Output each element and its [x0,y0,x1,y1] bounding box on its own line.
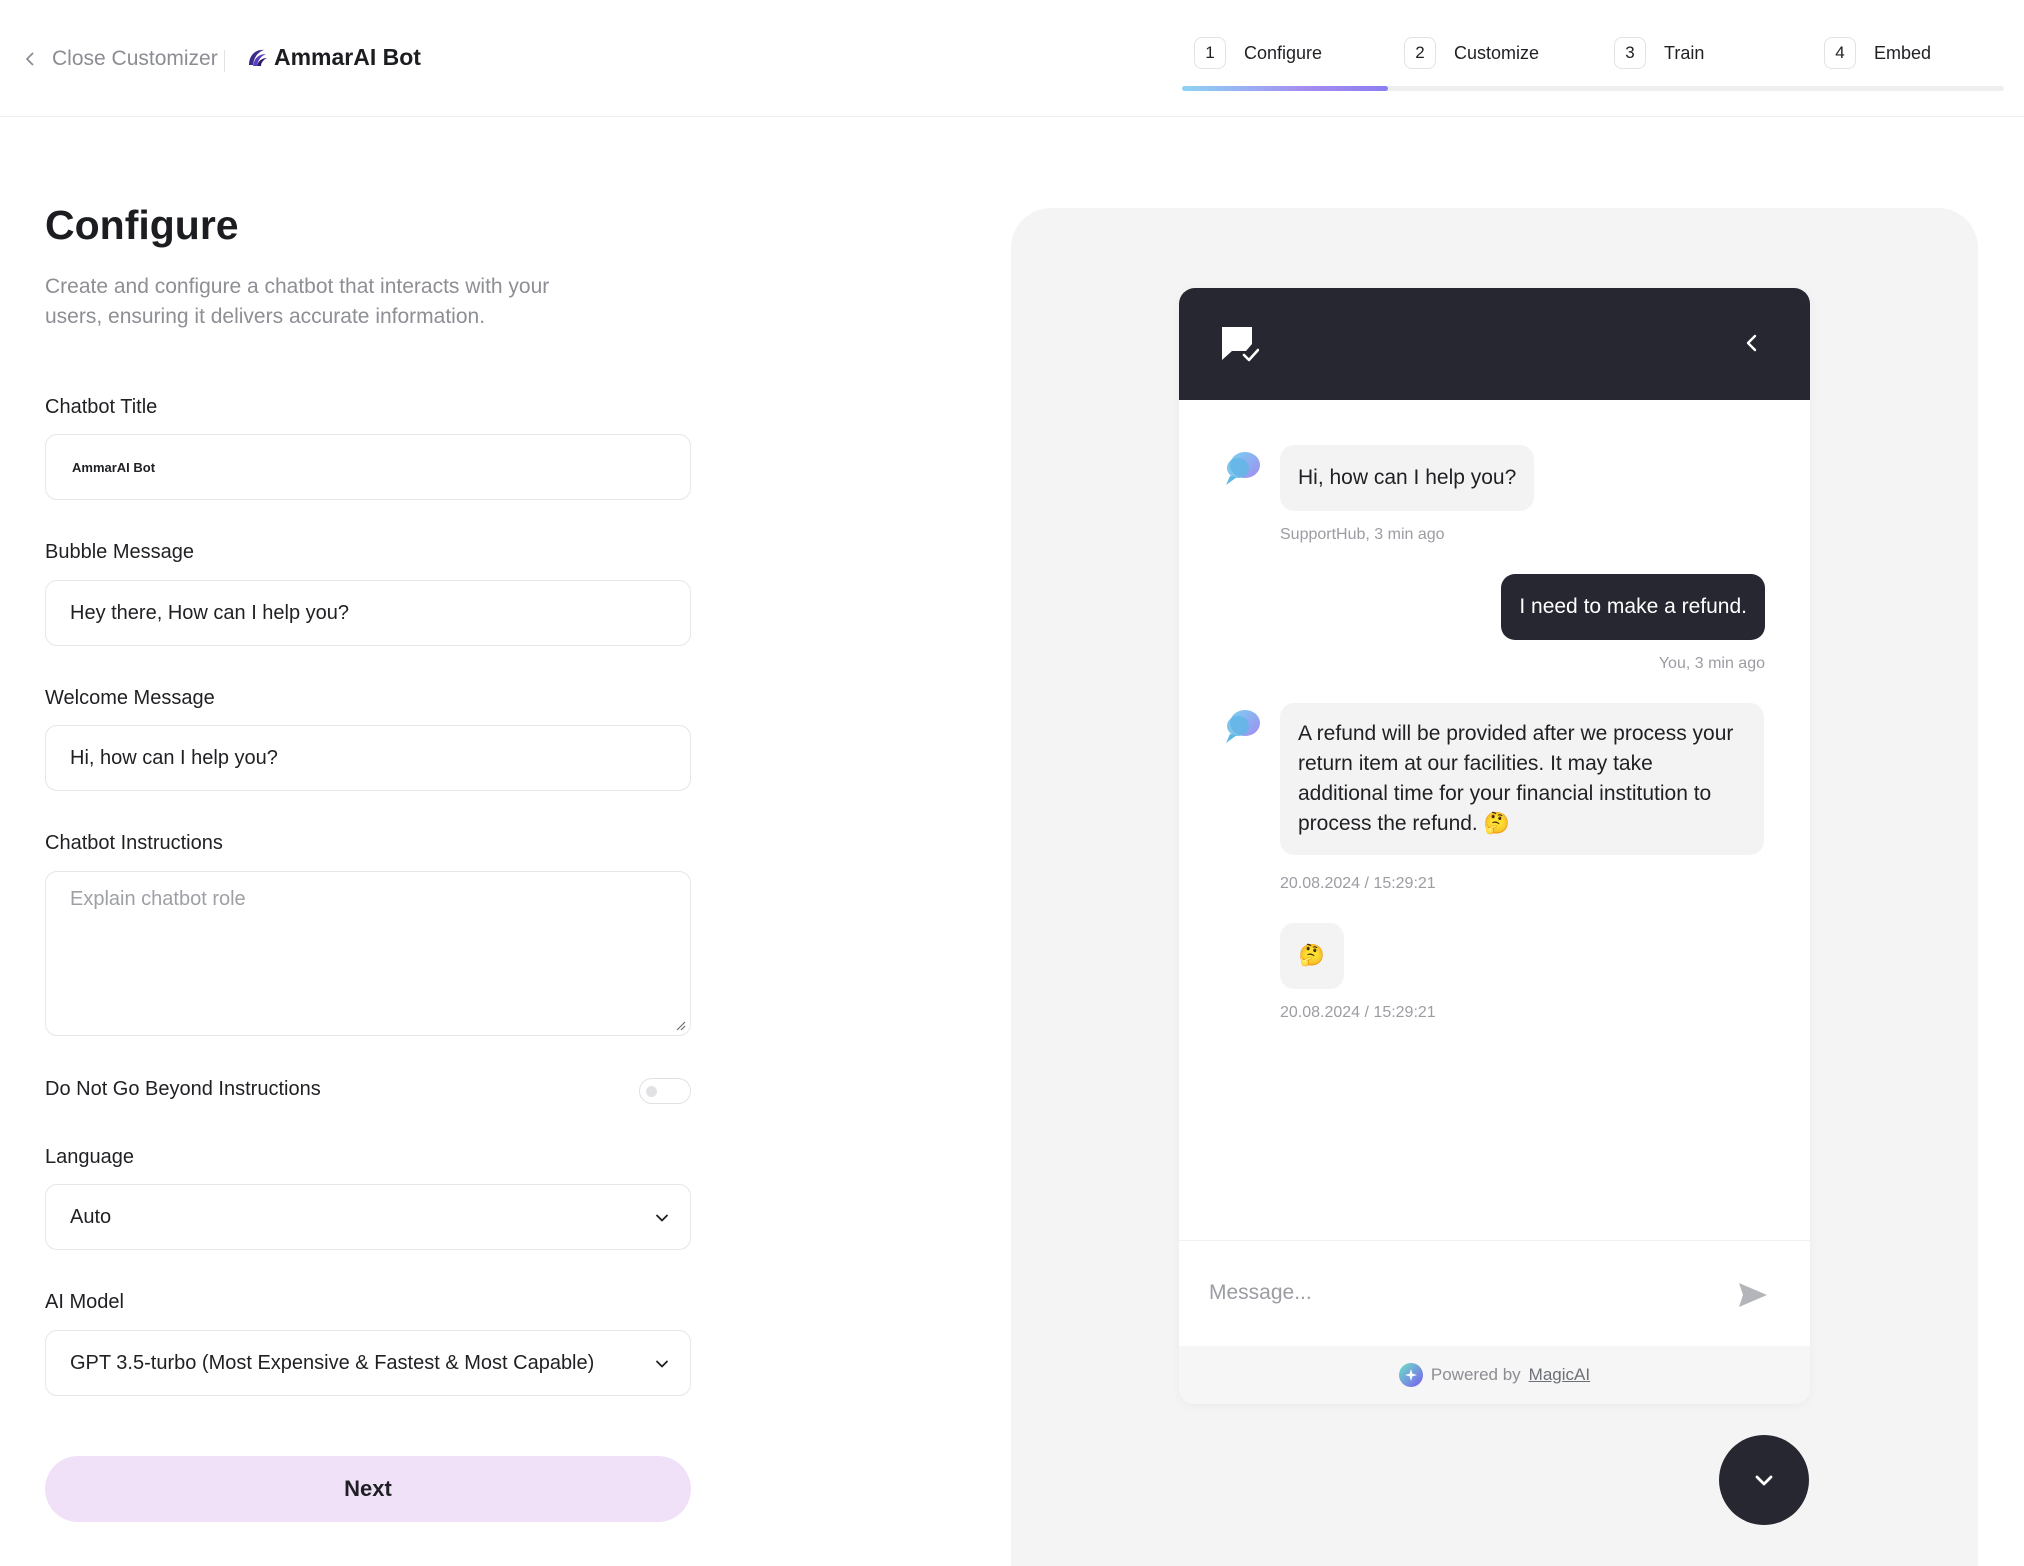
welcome-message-label: Welcome Message [45,687,215,709]
message-meta: 20.08.2024 / 15:29:21 [1280,875,1436,892]
chevron-down-icon [656,1360,668,1368]
top-bar: Close Customizer AmmarAI Bot 1 Configure… [0,0,2024,117]
bot-avatar-icon [1226,710,1260,743]
brand: AmmarAI Bot [244,44,421,71]
chatbot-instructions-label: Chatbot Instructions [45,832,223,854]
step-customize[interactable]: 2 Customize [1404,36,1539,70]
chevron-left-icon [26,52,34,66]
next-button[interactable]: Next [45,1456,691,1522]
progress-fill [1182,86,1388,91]
chevron-down-icon [656,1214,668,1222]
magicai-link[interactable]: MagicAI [1529,1365,1590,1385]
resize-grip-icon[interactable] [674,1019,686,1031]
step-configure[interactable]: 1 Configure [1194,36,1322,70]
page-title: Configure [45,202,239,248]
chatbot-title-label: Chatbot Title [45,396,158,418]
step-number: 2 [1404,37,1436,69]
brand-name: AmmarAI Bot [274,44,421,70]
step-label: Embed [1874,42,1932,63]
bot-message-bubble: Hi, how can I help you? [1280,445,1535,511]
welcome-message-input[interactable]: Hi, how can I help you? [45,725,691,791]
instructions-toggle[interactable] [639,1078,691,1104]
message-meta: You, 3 min ago [1658,655,1765,672]
bubble-message-input[interactable]: Hey there, How can I help you? [45,580,691,646]
step-number: 4 [1824,37,1856,69]
chat-window: Hi, how can I help you? SupportHub, 3 mi… [1179,288,1810,1404]
divider [224,50,225,72]
step-embed[interactable]: 4 Embed [1824,36,1931,70]
toggle-knob [646,1086,657,1097]
close-customizer-button[interactable]: Close Customizer [22,44,218,74]
chevron-left-icon[interactable] [1741,332,1763,354]
step-label: Customize [1454,42,1540,63]
send-icon[interactable] [1737,1281,1769,1309]
collapse-chat-button[interactable] [1719,1435,1809,1525]
message-meta: 20.08.2024 / 15:29:21 [1280,1004,1436,1021]
bot-emoji-bubble: 🤔 [1280,923,1344,989]
chat-header [1179,288,1810,400]
step-number: 1 [1194,37,1226,69]
language-label: Language [45,1146,134,1168]
chatbot-title-input[interactable]: AmmarAI Bot [45,434,691,500]
user-message-bubble: I need to make a refund. [1501,574,1765,640]
page-description: Create and configure a chatbot that inte… [45,275,550,328]
brand-logo-icon [249,49,267,66]
instructions-placeholder: Explain chatbot role [70,888,246,910]
composer-divider [1179,1240,1810,1241]
language-value: Auto [70,1205,112,1228]
bubble-message-label: Bubble Message [45,541,194,563]
chat-check-icon [1222,327,1259,363]
message-input[interactable] [1209,1275,1709,1311]
step-train[interactable]: 3 Train [1614,36,1704,70]
chatbot-instructions-textarea[interactable]: Explain chatbot role [45,871,691,1036]
step-number: 3 [1614,37,1646,69]
step-label: Configure [1244,42,1323,63]
ai-model-select[interactable]: GPT 3.5-turbo (Most Expensive & Fastest … [45,1330,691,1396]
powered-by-footer: Powered by MagicAI [1179,1346,1810,1404]
message-meta: SupportHub, 3 min ago [1280,526,1445,543]
bot-message-bubble: A refund will be provided after we proce… [1280,703,1764,855]
chevron-down-icon [1755,1475,1773,1486]
instructions-toggle-label: Do Not Go Beyond Instructions [45,1078,321,1100]
step-label: Train [1664,42,1705,63]
close-customizer-label: Close Customizer [52,47,218,70]
ai-model-value: GPT 3.5-turbo (Most Expensive & Fastest … [70,1351,595,1374]
ai-model-label: AI Model [45,1291,124,1313]
magicai-logo-icon [1398,1363,1423,1387]
powered-by-text: Powered by [1430,1365,1521,1384]
bot-avatar-icon [1226,452,1260,485]
stepper: 1 Configure 2 Customize 3 Train 4 Embed [1182,36,2004,92]
language-select[interactable]: Auto [45,1184,691,1250]
